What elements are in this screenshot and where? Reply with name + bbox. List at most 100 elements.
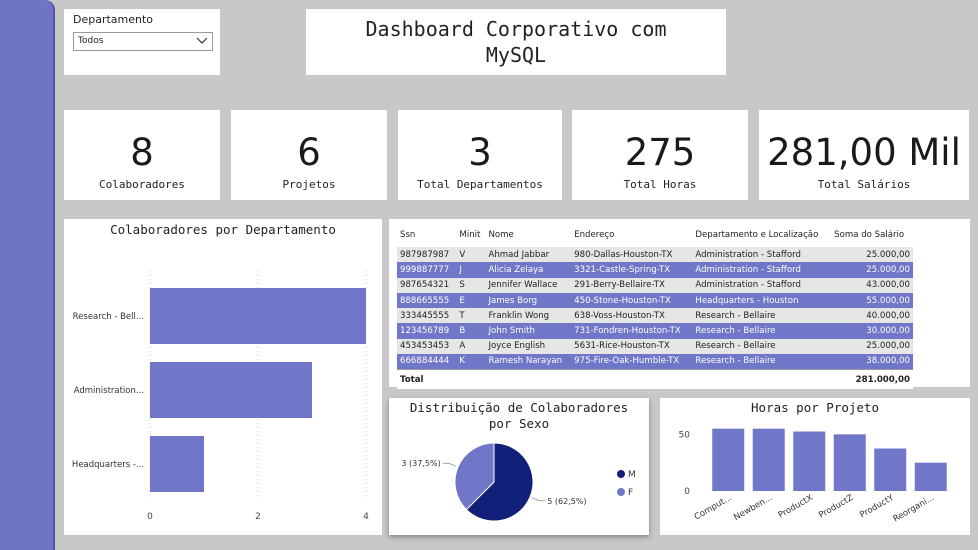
chevron-down-icon (196, 35, 208, 48)
department-slicer: Departamento Todos (64, 9, 220, 75)
leader-line (442, 462, 457, 467)
kpi-horas: 275 Total Horas (572, 110, 748, 200)
table-cell (485, 368, 572, 390)
bar[interactable] (150, 362, 312, 418)
legend-marker (617, 470, 625, 478)
bar[interactable] (150, 436, 204, 492)
table-cell: 731-Fondren-Houston-TX (571, 323, 693, 339)
category-label: Administration... (74, 386, 144, 396)
table-cell: 25.000,00 (831, 262, 913, 278)
table-cell: 123456789 (397, 323, 457, 339)
kpi-label: Projetos (282, 178, 336, 191)
legend-marker (617, 488, 625, 496)
kpi-label: Colaboradores (98, 178, 186, 191)
table-cell: B (456, 323, 486, 339)
table-row[interactable]: 987654321 S Jennifer Wallace 291-Berry-Bell… (397, 277, 913, 293)
table-cell: Administration - Stafford (692, 262, 832, 278)
legend-label: M (628, 470, 636, 480)
table-cell: 638-Voss-Houston-TX (571, 308, 693, 324)
table-cell: Headquarters - Houston (692, 292, 832, 309)
column-bar[interactable] (752, 428, 785, 491)
column-bar[interactable] (874, 448, 907, 492)
x-tick-label: 2 (255, 512, 261, 522)
table-cell: 43.000,00 (831, 277, 913, 293)
table-total-row: Total 281.000,00 (397, 368, 913, 390)
column-header-departamento[interactable]: Departamento e Localização (692, 223, 831, 247)
table-cell: Alicia Zelaya (485, 262, 572, 278)
table-cell: James Borg (485, 292, 572, 309)
category-label: Headquarters -... (72, 460, 144, 470)
column-bar[interactable] (712, 428, 745, 491)
table-cell: 30.000,00 (831, 323, 913, 339)
column-header-ssn[interactable]: Ssn (397, 223, 456, 247)
table-row[interactable]: 987987987 V Ahmad Jabbar 980-Dallas-Houston… (397, 247, 913, 263)
column-header-minit[interactable]: Minit (456, 223, 485, 247)
distribuicao-sexo-chart: Distribuição de Colaboradores por Sexo 5… (389, 398, 649, 535)
kpi-label: Total Salários (817, 178, 911, 191)
horas-por-projeto-chart: Horas por Projeto 0 50 Comput... Newben... P… (660, 398, 970, 535)
column-chart: 050Comput...Newben... ProductX ProductZ Pro… (679, 428, 947, 525)
x-tick-label: 0 (147, 512, 153, 522)
column-bar[interactable] (914, 462, 947, 491)
table-cell: 40.000,00 (831, 308, 913, 324)
table-cell: T (456, 308, 486, 324)
category-label: Reorgani... (892, 493, 937, 525)
legend-label: F (628, 488, 633, 498)
table-cell: 25.000,00 (831, 247, 913, 263)
table-cell: 450-Stone-Houston-TX (571, 292, 693, 309)
total-value: 281.000,00 (831, 368, 913, 390)
table-cell: A (456, 338, 486, 355)
table-cell: Research - Bellaire (692, 338, 832, 355)
table-cell: 3321-Castle-Spring-TX (571, 262, 693, 278)
table-row[interactable]: 666884444 K Ramesh Narayan 975-Fire-Oak-Hum… (397, 354, 913, 370)
table-cell: 980-Dallas-Houston-TX (571, 247, 693, 263)
column-bar[interactable] (793, 431, 826, 492)
table-cell: 666884444 (397, 354, 457, 370)
table-row[interactable]: 999887777 J Alicia Zelaya 3321-Castle-Sprin… (397, 262, 913, 278)
colaboradores-por-departamento-chart: Colaboradores por Departamento 0 2 4 Resear… (64, 219, 382, 535)
table-row[interactable]: 888665555 E James Borg 450-Stone-Houston-TX… (397, 292, 913, 309)
table-cell: 453453453 (397, 338, 457, 355)
table-cell: John Smith (485, 323, 572, 339)
slice-label: 3 (37,5%) (401, 459, 440, 468)
table-cell: Ahmad Jabbar (485, 247, 572, 263)
slicer-label: Departamento (73, 13, 154, 26)
chart-title-line2: por Sexo (488, 416, 550, 431)
table-cell: E (456, 292, 486, 309)
category-label: Comput... (693, 493, 734, 522)
employee-table-card: Ssn Minit Nome Endereço Departamento e L… (389, 219, 970, 390)
category-label: Newben... (732, 493, 774, 523)
column-header-endereco[interactable]: Endereço (571, 223, 692, 247)
total-label: Total (397, 368, 457, 390)
department-dropdown[interactable]: Todos (73, 32, 213, 51)
column-header-salario[interactable]: Soma do Salário (831, 223, 913, 247)
table-cell: 999887777 (397, 262, 457, 278)
table-row[interactable]: 123456789 B John Smith 731-Fondren-Houston-… (397, 323, 913, 339)
table-cell (456, 368, 486, 390)
table-cell: Research - Bellaire (692, 354, 832, 370)
table-cell: 38.000,00 (831, 354, 913, 370)
table-cell: 291-Berry-Bellaire-TX (571, 277, 693, 293)
table-cell: Franklin Wong (485, 308, 572, 324)
kpi-salarios: 281,00 Mil Total Salários (759, 110, 969, 200)
column-bar[interactable] (833, 434, 866, 491)
bar[interactable] (150, 288, 366, 344)
employee-table: Ssn Minit Nome Endereço Departamento e L… (397, 223, 913, 390)
category-label: Research - Bell... (73, 312, 144, 322)
kpi-value: 281,00 Mil (767, 131, 961, 174)
chart-title: Horas por Projeto (751, 400, 879, 415)
table-cell: S (456, 277, 486, 293)
table-cell: Joyce English (485, 338, 572, 355)
column-header-nome[interactable]: Nome (485, 223, 571, 247)
table-cell: 55.000,00 (831, 292, 913, 309)
table-row[interactable]: 453453453 A Joyce English 5631-Rice-Houston… (397, 338, 913, 355)
table-cell (692, 368, 832, 390)
kpi-value: 3 (468, 131, 492, 174)
table-cell: 987654321 (397, 277, 457, 293)
table-cell: 5631-Rice-Houston-TX (571, 338, 693, 355)
kpi-label: Total Horas (623, 178, 697, 191)
chart-title: Colaboradores por Departamento (110, 222, 336, 237)
table-row[interactable]: 333445555 T Franklin Wong 638-Voss-Houston-… (397, 308, 913, 324)
table-cell: V (456, 247, 486, 263)
kpi-value: 275 (624, 131, 696, 174)
